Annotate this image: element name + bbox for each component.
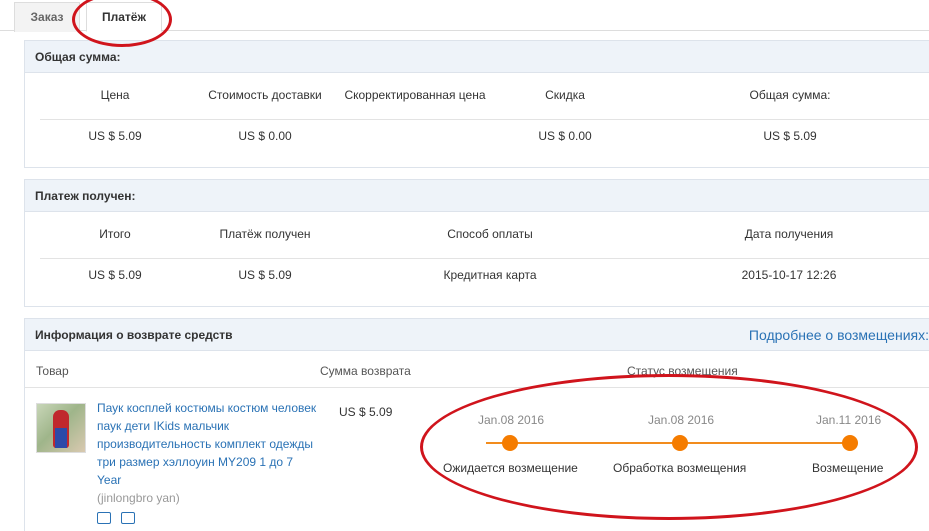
header-total: Общая сумма: xyxy=(749,88,831,102)
refund-panel: Информация о возврате средств Подробнее … xyxy=(24,318,929,531)
value-total: US $ 5.09 xyxy=(763,129,817,143)
value-price: US $ 5.09 xyxy=(88,129,142,143)
divider xyxy=(25,387,929,388)
timeline-date-pending: Jan.08 2016 xyxy=(478,413,545,427)
payment-panel: Платеж получен: Итого Платёж получен Спо… xyxy=(24,179,929,307)
timeline-label-processing: Обработка возмещения xyxy=(613,461,747,475)
refund-details-link[interactable]: Подробнее о возмещениях: xyxy=(749,319,929,351)
total-panel-title: Общая сумма: xyxy=(25,41,929,73)
shipping-icon[interactable] xyxy=(97,512,111,524)
header-subtotal: Итого xyxy=(99,227,131,241)
refund-amount-value: US $ 5.09 xyxy=(339,405,393,419)
header-product: Товар xyxy=(36,364,69,378)
refund-panel-title-text: Информация о возврате средств xyxy=(35,328,233,342)
header-received-date: Дата получения xyxy=(744,227,834,241)
payment-panel-title: Платеж получен: xyxy=(25,180,929,212)
header-refund-status: Статус возмещения xyxy=(627,364,738,378)
total-panel: Общая сумма: Цена Стоимость доставки Ско… xyxy=(24,40,929,168)
value-discount: US $ 0.00 xyxy=(538,129,592,143)
timeline-date-refunded: Jan.11 2016 xyxy=(816,413,882,427)
header-adjusted-price: Скорректированная цена xyxy=(344,88,486,102)
tab-bar: Заказ Платёж xyxy=(0,0,929,32)
product-title-link[interactable]: Паук косплей костюмы костюм человек паук… xyxy=(97,399,317,489)
divider xyxy=(40,119,929,120)
header-discount: Скидка xyxy=(545,88,585,102)
value-payment-method: Кредитная карта xyxy=(443,268,537,282)
timeline-label-refunded: Возмещение xyxy=(812,461,884,475)
tab-payment[interactable]: Платёж xyxy=(86,2,162,32)
refund-panel-title: Информация о возврате средств Подробнее … xyxy=(25,319,929,351)
seller-name: (jinlongbro yan) xyxy=(97,491,180,505)
divider xyxy=(40,258,929,259)
header-payment-method: Способ оплаты xyxy=(447,227,533,241)
tab-order[interactable]: Заказ xyxy=(14,2,80,32)
header-refund-amount: Сумма возврата xyxy=(320,364,411,378)
product-action-icons xyxy=(97,512,135,524)
product-thumbnail[interactable] xyxy=(36,403,86,453)
value-payment-received: US $ 5.09 xyxy=(238,268,292,282)
timeline-dot-pending xyxy=(502,435,518,451)
timeline-date-processing: Jan.08 2016 xyxy=(648,413,715,427)
header-payment-received: Платёж получен xyxy=(219,227,311,241)
value-subtotal: US $ 5.09 xyxy=(88,268,142,282)
timeline-dot-refunded xyxy=(842,435,858,451)
timeline-dot-processing xyxy=(672,435,688,451)
timeline-label-pending: Ожидается возмещение xyxy=(443,461,578,475)
refund-return-icon[interactable] xyxy=(121,512,135,524)
header-price: Цена xyxy=(100,88,130,102)
header-shipping-cost: Стоимость доставки xyxy=(208,88,322,102)
value-shipping-cost: US $ 0.00 xyxy=(238,129,292,143)
refund-progress-line xyxy=(486,442,851,444)
value-received-date: 2015-10-17 12:26 xyxy=(741,268,837,282)
